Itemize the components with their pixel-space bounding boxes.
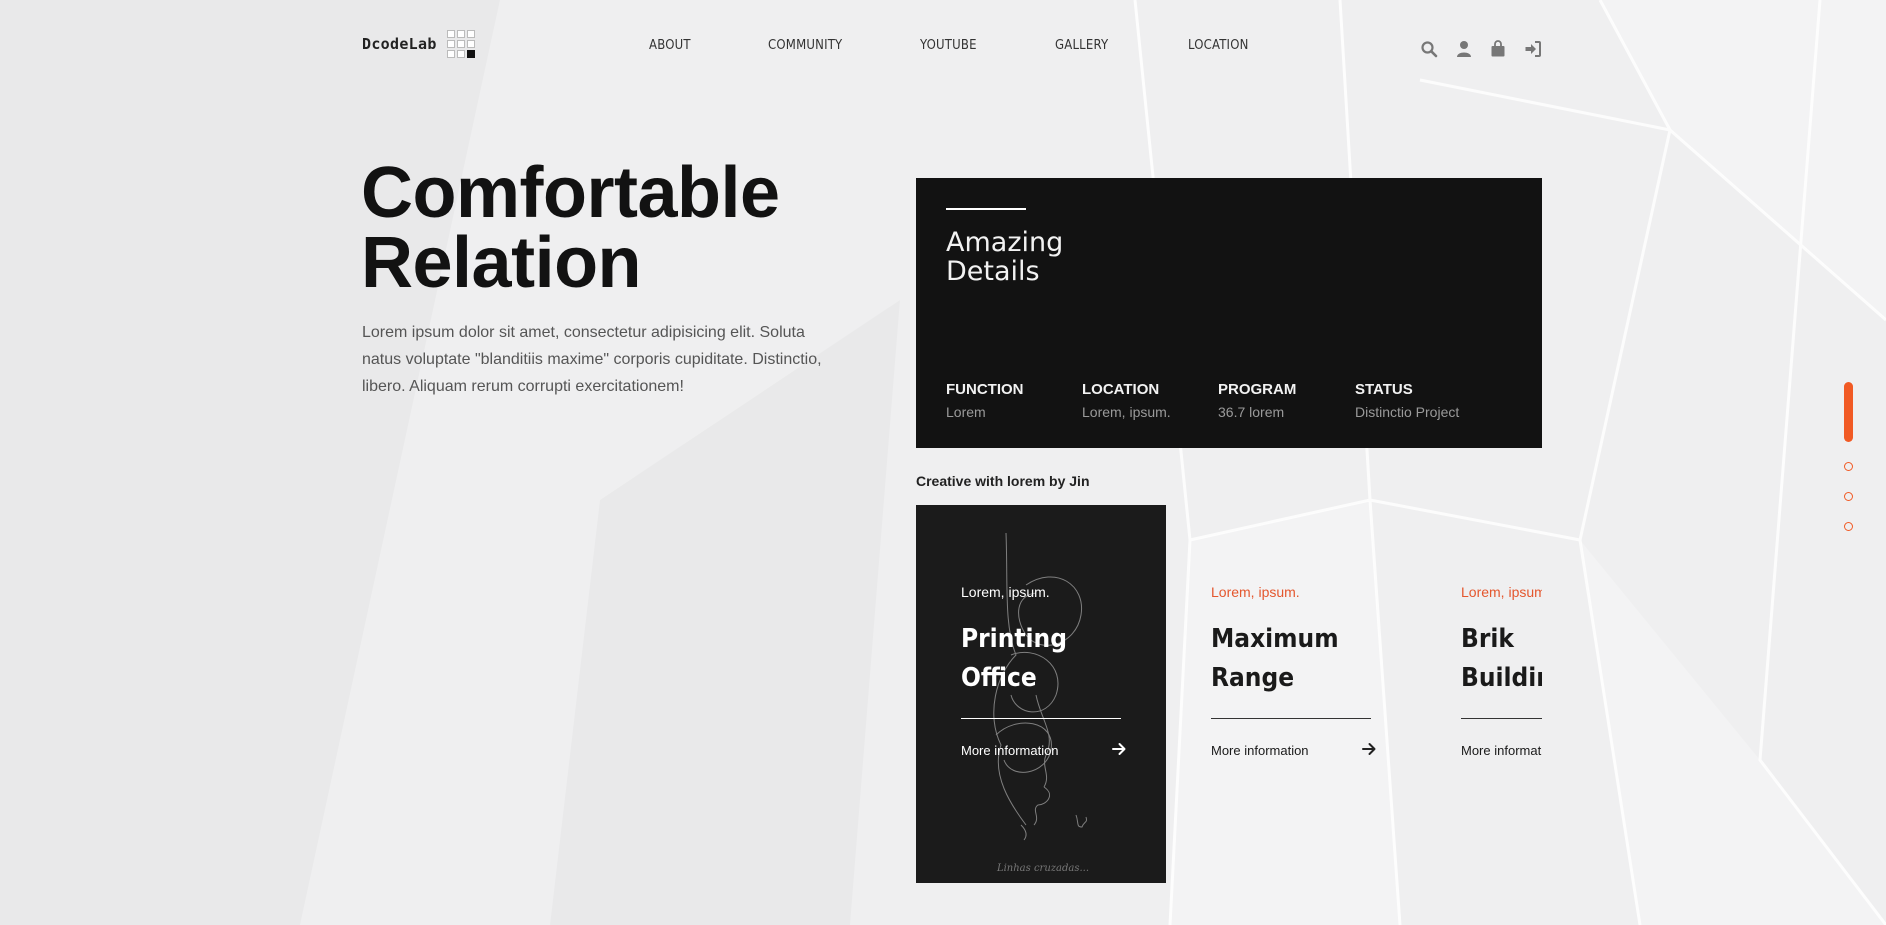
arrow-right-icon[interactable] xyxy=(1361,741,1377,757)
pager-dot[interactable] xyxy=(1844,492,1853,501)
details-function: FUNCTION Lorem xyxy=(946,381,1024,420)
user-icon[interactable] xyxy=(1455,40,1473,58)
details-value: Lorem xyxy=(946,404,986,420)
nav-location[interactable]: LOCATION xyxy=(1188,38,1249,53)
more-information-link[interactable]: More information xyxy=(961,743,1059,758)
logo-grid-icon[interactable] xyxy=(447,30,475,58)
project-carousel: Linhas cruzadas... Lorem, ipsum. Printin… xyxy=(916,505,1542,883)
details-label: LOCATION xyxy=(1082,381,1160,398)
project-card-maximum-range[interactable]: Lorem, ipsum. Maximum Range More informa… xyxy=(1166,505,1416,883)
brand-logo[interactable]: DcodeLab xyxy=(362,35,437,53)
details-value: Distinctio Project xyxy=(1355,404,1460,420)
card-divider xyxy=(1461,718,1542,719)
card-category: Lorem, ipsum. xyxy=(1211,584,1300,600)
hero-title-line2: Relation xyxy=(361,223,642,303)
card-category: Lorem, ipsum. xyxy=(1461,584,1542,600)
hero-description: Lorem ipsum dolor sit amet, consectetur … xyxy=(362,324,822,395)
details-label: PROGRAM xyxy=(1218,381,1297,398)
card-title-line2: Building xyxy=(1461,663,1542,693)
details-program: PROGRAM 36.7 lorem xyxy=(1218,381,1296,420)
card-title-line1: Brik xyxy=(1461,624,1514,654)
project-card-brik-building[interactable]: Lorem, ipsum. Brik Building More informa… xyxy=(1416,505,1542,883)
card-title-line1: Maximum xyxy=(1211,624,1339,654)
arrow-right-icon[interactable] xyxy=(1111,741,1127,757)
details-status: STATUS Distinctio Project xyxy=(1355,381,1459,420)
pager-dot[interactable] xyxy=(1844,462,1853,471)
pager-dot[interactable] xyxy=(1844,522,1853,531)
search-icon[interactable] xyxy=(1420,40,1438,58)
details-label: STATUS xyxy=(1355,381,1413,398)
details-title-line1: Amazing xyxy=(946,227,1064,258)
nav-youtube[interactable]: YOUTUBE xyxy=(920,38,977,53)
nav-about[interactable]: ABOUT xyxy=(649,38,691,53)
details-title: Amazing Details xyxy=(946,228,1063,286)
card-title: Brik Building xyxy=(1461,620,1542,698)
card-title-line1: Printing xyxy=(961,624,1067,654)
card-title: Maximum Range xyxy=(1211,620,1339,698)
details-value: Lorem, ipsum. xyxy=(1082,404,1171,420)
details-location: LOCATION Lorem, ipsum. xyxy=(1082,381,1171,420)
creative-label: Creative with lorem by Jin xyxy=(916,473,1090,489)
project-card-printing-office[interactable]: Linhas cruzadas... Lorem, ipsum. Printin… xyxy=(916,505,1166,883)
details-label: FUNCTION xyxy=(946,381,1024,398)
shopping-bag-icon[interactable] xyxy=(1489,40,1507,58)
details-value: 36.7 lorem xyxy=(1218,404,1285,420)
card-title: Printing Office xyxy=(961,620,1067,698)
more-information-link[interactable]: More information xyxy=(1211,743,1309,758)
details-title-line2: Details xyxy=(946,256,1040,287)
nav-community[interactable]: COMMUNITY xyxy=(768,38,842,53)
card-divider xyxy=(1211,718,1371,719)
card-category: Lorem, ipsum. xyxy=(961,584,1050,600)
pager-active-indicator[interactable] xyxy=(1844,382,1853,442)
details-divider xyxy=(946,208,1026,210)
nav-gallery[interactable]: GALLERY xyxy=(1055,38,1108,53)
details-card: Amazing Details FUNCTION Lorem LOCATION … xyxy=(916,178,1542,448)
hero-title: Comfortable Relation xyxy=(361,153,780,303)
hero-title-line1: Comfortable xyxy=(361,153,780,233)
card-title-line2: Range xyxy=(1211,663,1295,693)
art-caption: Linhas cruzadas... xyxy=(996,863,1089,874)
card-divider xyxy=(961,718,1121,719)
card-title-line2: Office xyxy=(961,663,1037,693)
more-information-link[interactable]: More information xyxy=(1461,743,1542,758)
sign-in-icon[interactable] xyxy=(1524,40,1542,58)
